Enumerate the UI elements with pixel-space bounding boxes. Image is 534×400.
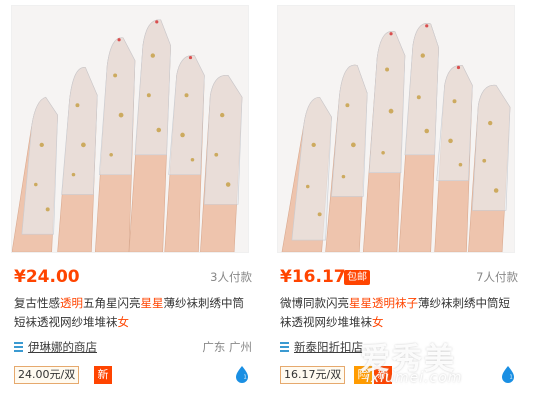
shop-link[interactable]: 伊琳娜的商店 (28, 338, 97, 356)
title-text[interactable]: 微博同款闪亮 (280, 296, 349, 310)
title-keyword[interactable]: 女 (372, 315, 384, 329)
tags-row: 24.00元/双 新 1 (14, 365, 252, 385)
price-row: ¥24.00 3人付款 (14, 266, 252, 288)
price-row: ¥16.17 包邮 7人付款 (280, 266, 518, 288)
watermark-url: ixiumei.com (366, 370, 463, 386)
site-watermark: 爱秀美 ixiumei.com (360, 334, 530, 394)
location: 广东 广州 (202, 340, 252, 354)
price: ¥24.00 (14, 267, 80, 287)
wangwang-chat-icon[interactable]: 1 (234, 365, 250, 383)
title-keyword[interactable]: 星星透明袜子 (349, 296, 418, 310)
price: ¥16.17 (280, 267, 346, 287)
title-text[interactable]: 复古性感 (14, 296, 60, 310)
shop-row: 伊琳娜的商店 广东 广州 (14, 338, 252, 356)
shop-list-icon (280, 342, 289, 352)
title-text[interactable]: 五角星闪亮 (83, 296, 141, 310)
sales-count: 7人付款 (476, 270, 518, 284)
unit-price-tag: 24.00元/双 (14, 366, 80, 384)
shop-link[interactable]: 新泰阳折扣店 (294, 338, 363, 356)
product-title[interactable]: 复古性感透明五角星闪亮星星薄纱袜刺绣中筒短袜透视网纱堆堆袜女 (14, 294, 250, 332)
unit-price-tag: 16.17元/双 (280, 366, 346, 384)
title-keyword[interactable]: 女 (118, 315, 130, 329)
title-keyword[interactable]: 星星 (141, 296, 164, 310)
title-keyword[interactable]: 透明 (60, 296, 83, 310)
free-shipping-badge: 包邮 (344, 270, 370, 285)
product-image[interactable] (11, 5, 249, 253)
shop-list-icon (14, 342, 23, 352)
product-card[interactable]: ¥24.00 3人付款 复古性感透明五角星闪亮星星薄纱袜刺绣中筒短袜透视网纱堆堆… (6, 0, 258, 400)
svg-text:1: 1 (244, 375, 247, 381)
sales-count: 3人付款 (210, 270, 252, 284)
product-title[interactable]: 微博同款闪亮星星透明袜子薄纱袜刺绣中筒短袜透视网纱堆堆袜女 (280, 294, 516, 332)
new-tag: 新 (94, 366, 112, 384)
product-image[interactable] (277, 5, 515, 253)
